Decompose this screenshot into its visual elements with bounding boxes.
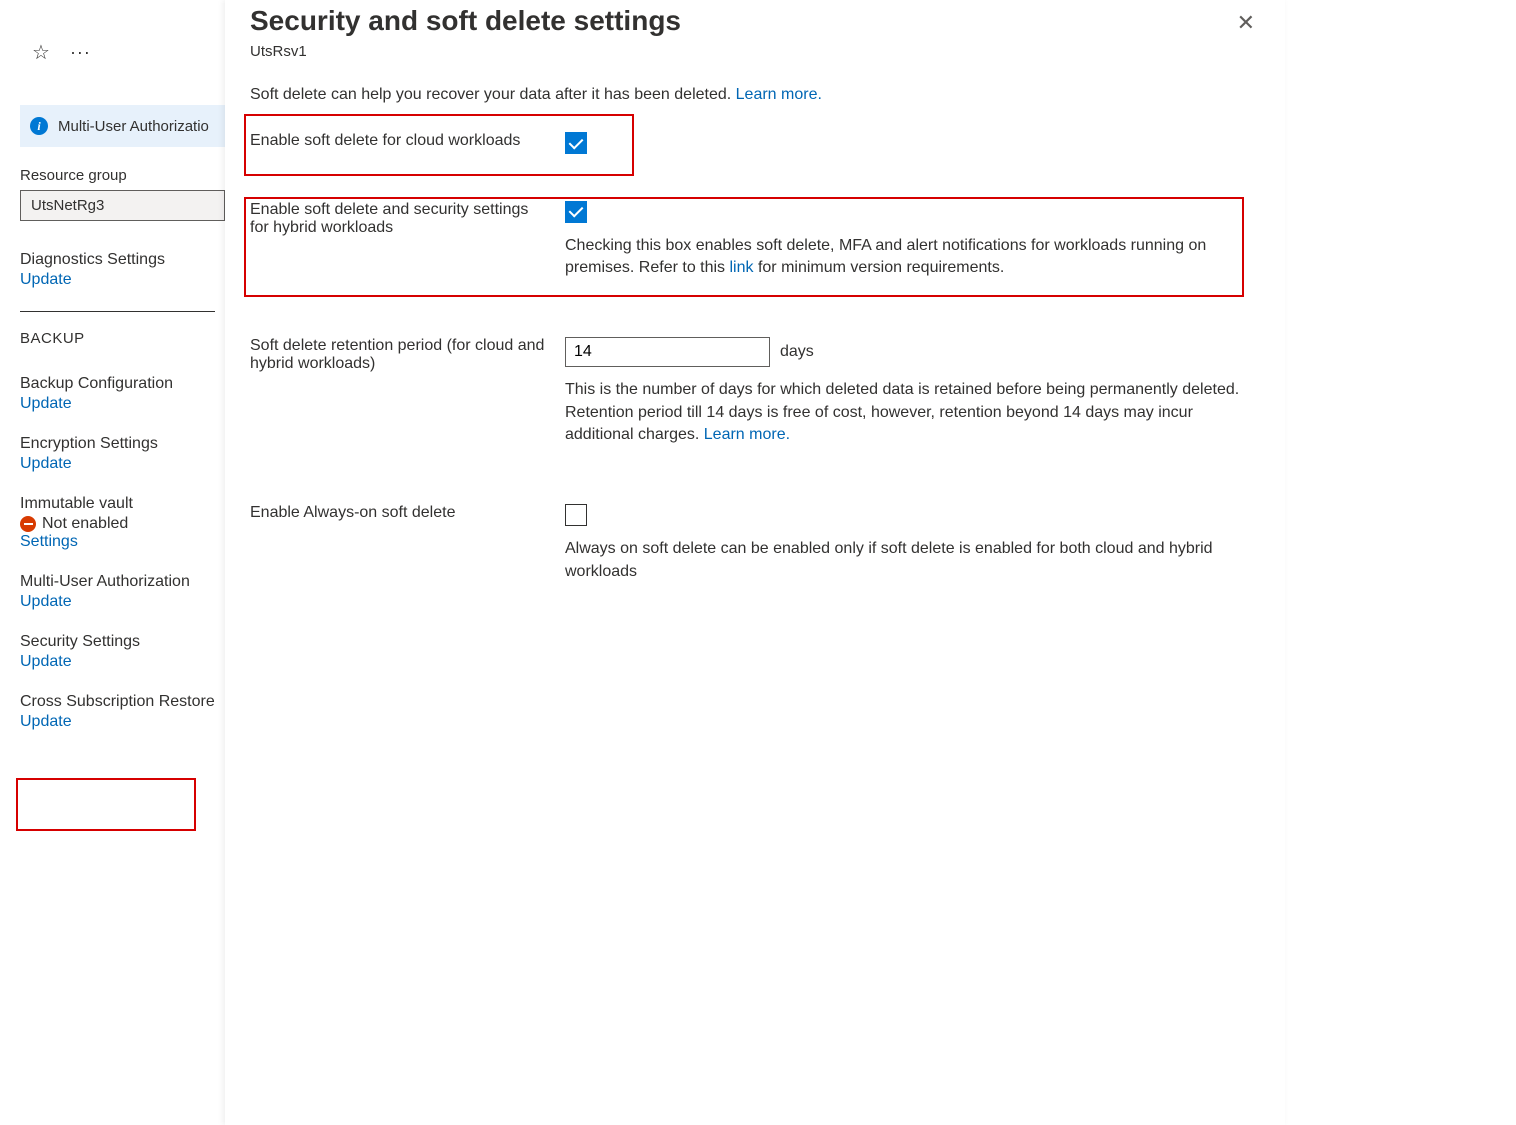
retention-help-text: This is the number of days for which del… [565,379,1260,446]
multi-user-auth-item: Multi-User Authorization Update [20,573,225,611]
enable-cloud-checkbox[interactable] [565,132,587,154]
encryption-settings-link[interactable]: Update [20,455,225,473]
always-on-help-text: Always on soft delete can be enabled onl… [565,538,1260,583]
immutable-vault-status: Not enabled [20,515,225,533]
always-on-label: Enable Always-on soft delete [250,504,545,522]
hybrid-help-post: for minimum version requirements. [754,259,1005,276]
encryption-settings-item: Encryption Settings Update [20,435,225,473]
no-entry-icon [20,516,36,532]
retention-learn-more-link[interactable]: Learn more. [704,426,790,443]
favorite-star-icon[interactable]: ☆ [32,40,50,65]
mua-info-banner[interactable]: i Multi-User Authorizatio [20,105,230,147]
panel-title: Security and soft delete settings [250,5,1260,37]
backup-configuration-title: Backup Configuration [20,375,225,393]
diagnostics-settings-title: Diagnostics Settings [20,251,225,269]
info-banner-text: Multi-User Authorizatio [58,118,209,135]
security-settings-title: Security Settings [20,633,225,651]
close-icon[interactable]: ✕ [1237,10,1255,36]
cross-sub-restore-link[interactable]: Update [20,713,225,731]
encryption-settings-title: Encryption Settings [20,435,225,453]
immutable-vault-status-text: Not enabled [42,515,128,533]
cross-sub-restore-title: Cross Subscription Restore [20,693,225,711]
more-actions-icon[interactable]: ··· [70,42,91,63]
settings-panel: ✕ Security and soft delete settings UtsR… [225,0,1285,1125]
resource-group-label: Resource group [20,167,225,184]
section-divider [20,311,215,312]
always-on-checkbox[interactable] [565,504,587,526]
panel-subtitle: UtsRsv1 [250,43,1260,60]
hybrid-help-text: Checking this box enables soft delete, M… [565,235,1260,280]
cloud-workloads-group: Enable soft delete for cloud workloads [250,124,1260,163]
retention-input[interactable] [565,337,770,367]
enable-hybrid-checkbox[interactable] [565,201,587,223]
intro-text-pre: Soft delete can help you recover your da… [250,86,736,103]
retention-label: Soft delete retention period (for cloud … [250,337,545,373]
diagnostics-settings-item: Diagnostics Settings Update [20,251,225,289]
backup-configuration-link[interactable]: Update [20,395,225,413]
enable-hybrid-label: Enable soft delete and security settings… [250,201,545,237]
multi-user-auth-link[interactable]: Update [20,593,225,611]
retention-days-label: days [780,343,814,361]
hybrid-help-link[interactable]: link [730,259,754,276]
title-actions-row: ☆ ··· [20,40,225,65]
immutable-vault-link[interactable]: Settings [20,533,225,551]
intro-learn-more-link[interactable]: Learn more. [736,86,822,103]
security-settings-item: Security Settings Update [20,633,225,671]
retention-help-pre: This is the number of days for which del… [565,381,1239,443]
intro-text: Soft delete can help you recover your da… [250,86,1260,104]
immutable-vault-title: Immutable vault [20,495,225,513]
diagnostics-settings-link[interactable]: Update [20,271,225,289]
hybrid-workloads-group: Enable soft delete and security settings… [250,193,1260,288]
resource-group-value[interactable]: UtsNetRg3 [20,190,225,221]
retention-group: Soft delete retention period (for cloud … [250,329,1260,454]
enable-cloud-label: Enable soft delete for cloud workloads [250,132,545,150]
security-settings-link[interactable]: Update [20,653,225,671]
cross-sub-restore-item: Cross Subscription Restore Update [20,693,225,731]
info-icon: i [30,117,48,135]
multi-user-auth-title: Multi-User Authorization [20,573,225,591]
immutable-vault-item: Immutable vault Not enabled Settings [20,495,225,551]
always-on-group: Enable Always-on soft delete Always on s… [250,496,1260,591]
backup-section-header: BACKUP [20,330,225,347]
left-sidebar: ☆ ··· i Multi-User Authorizatio Resource… [0,0,225,1125]
backup-configuration-item: Backup Configuration Update [20,375,225,413]
